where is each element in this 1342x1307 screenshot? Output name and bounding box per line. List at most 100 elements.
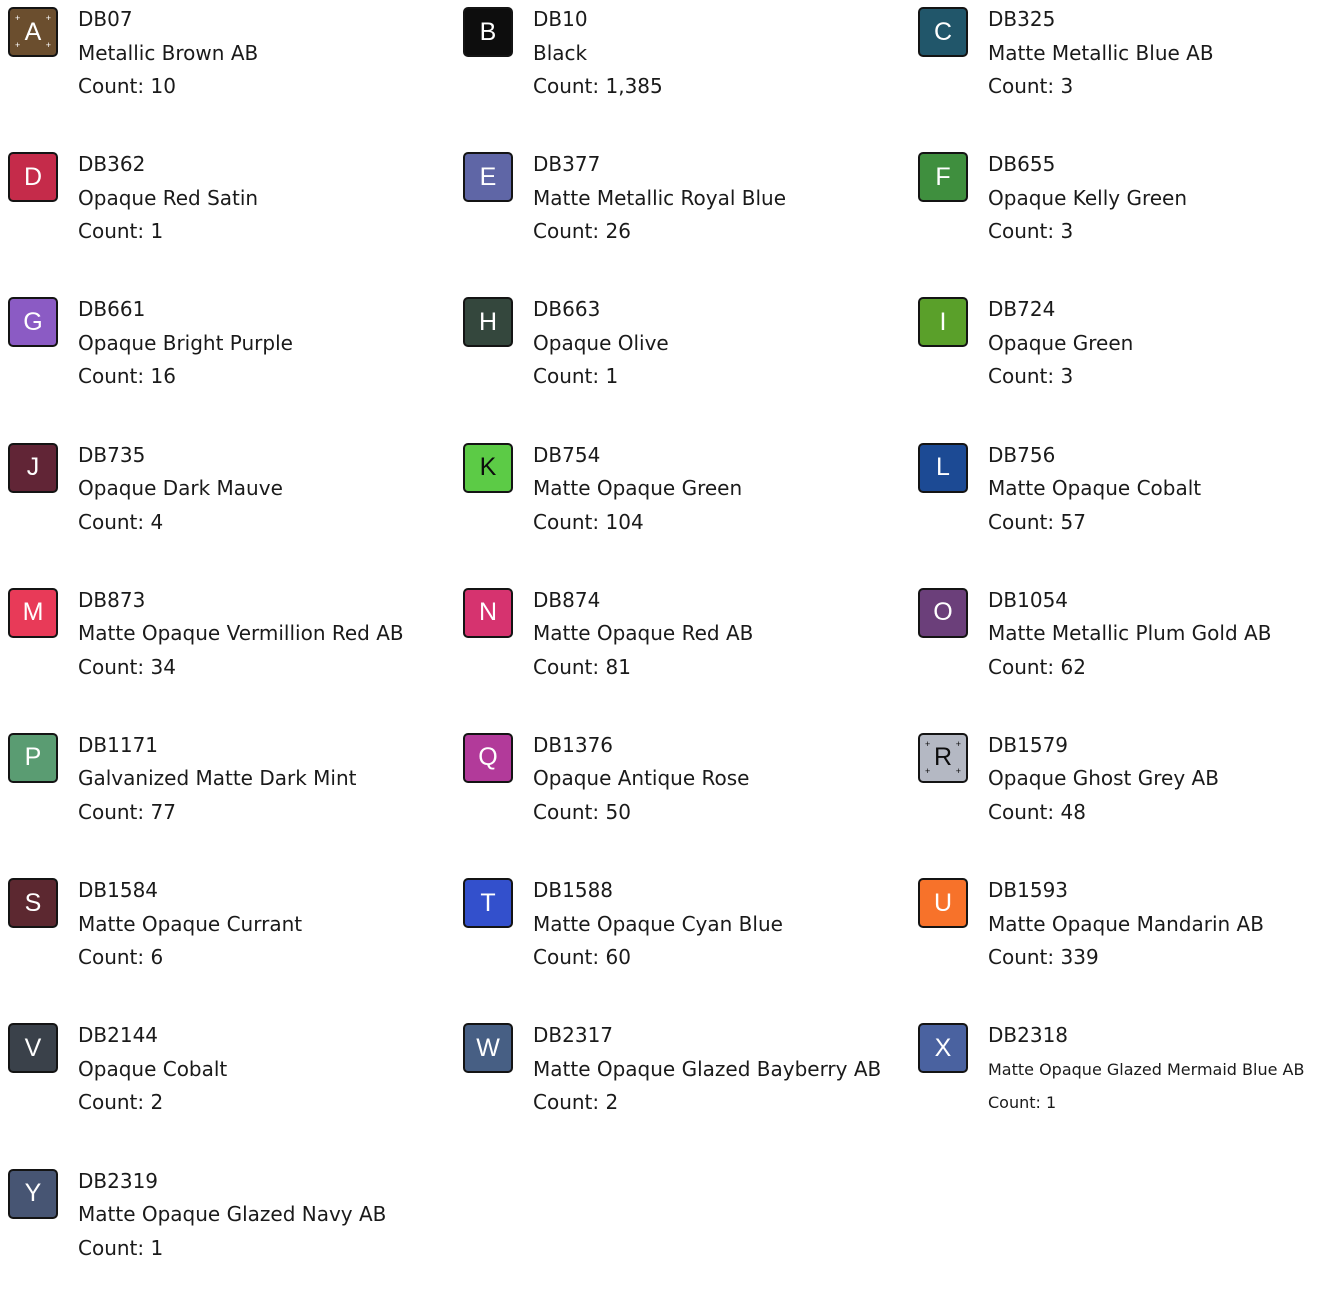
swatch-letter: O bbox=[933, 598, 953, 627]
bead-code: DB1579 bbox=[988, 732, 1069, 757]
bead-code: DB874 bbox=[533, 587, 601, 612]
bead-count: Count: 62 bbox=[988, 654, 1086, 679]
bead-name: Matte Metallic Plum Gold AB bbox=[988, 621, 1272, 646]
bead-code: DB362 bbox=[78, 152, 146, 177]
legend-item-l: L DB756 Matte Opaque Cobalt Count: 57 bbox=[918, 436, 1342, 581]
bead-name: Opaque Bright Purple bbox=[78, 330, 293, 355]
color-swatch: L bbox=[918, 442, 968, 493]
legend-item-j: J DB735 Opaque Dark Mauve Count: 4 bbox=[8, 436, 463, 581]
legend-item-y: Y DB2319 Matte Opaque Glazed Navy AB Cou… bbox=[8, 1162, 463, 1307]
bead-count: Count: 48 bbox=[988, 799, 1086, 824]
bead-name: Matte Opaque Red AB bbox=[533, 621, 754, 646]
bead-code: DB724 bbox=[988, 297, 1056, 322]
bead-info: DB10 Black Count: 1,385 bbox=[533, 3, 663, 104]
swatch-letter: B bbox=[479, 17, 497, 46]
bead-code: DB1054 bbox=[988, 587, 1069, 612]
bead-info: DB1588 Matte Opaque Cyan Blue Count: 60 bbox=[533, 874, 783, 975]
bead-code: DB377 bbox=[533, 152, 601, 177]
swatch-letter: Y bbox=[24, 1179, 42, 1207]
sparkle-icon: + bbox=[15, 13, 21, 23]
bead-info: DB874 Matte Opaque Red AB Count: 81 bbox=[533, 584, 753, 685]
bead-name: Opaque Olive bbox=[533, 330, 669, 355]
bead-code: DB754 bbox=[533, 442, 601, 467]
legend-item-o: O DB1054 Matte Metallic Plum Gold AB Cou… bbox=[918, 581, 1342, 726]
bead-code: DB1584 bbox=[78, 878, 159, 903]
bead-name: Opaque Cobalt bbox=[78, 1056, 228, 1081]
bead-info: DB655 Opaque Kelly Green Count: 3 bbox=[988, 148, 1187, 249]
bead-code: DB1588 bbox=[533, 878, 614, 903]
bead-name: Matte Metallic Royal Blue bbox=[533, 185, 787, 210]
swatch-letter: S bbox=[24, 888, 42, 917]
legend-item-s: S DB1584 Matte Opaque Currant Count: 6 bbox=[8, 871, 463, 1016]
bead-name: Black bbox=[533, 40, 588, 65]
bead-count: Count: 60 bbox=[533, 945, 631, 970]
bead-info: DB2318 Matte Opaque Glazed Mermaid Blue … bbox=[988, 1019, 1304, 1120]
color-swatch: C bbox=[918, 7, 968, 57]
swatch-letter: C bbox=[933, 17, 953, 46]
swatch-letter: W bbox=[476, 1033, 500, 1062]
color-swatch: R + + + + bbox=[918, 732, 968, 783]
swatch-letter: D bbox=[23, 162, 43, 191]
bead-name: Opaque Ghost Grey AB bbox=[988, 766, 1219, 791]
bead-info: DB754 Matte Opaque Green Count: 104 bbox=[533, 439, 742, 540]
legend-item-f: F DB655 Opaque Kelly Green Count: 3 bbox=[918, 145, 1342, 290]
bead-code: DB2317 bbox=[533, 1023, 614, 1048]
bead-name: Opaque Kelly Green bbox=[988, 185, 1188, 210]
color-swatch: I bbox=[918, 297, 968, 348]
legend-item-r: R + + + + DB1579 Opaque Ghost Grey AB Count… bbox=[918, 726, 1342, 871]
bead-info: DB377 Matte Metallic Royal Blue Count: 2… bbox=[533, 148, 786, 249]
swatch-letter: X bbox=[934, 1033, 952, 1062]
sparkle-icon: + bbox=[45, 13, 51, 23]
bead-info: DB756 Matte Opaque Cobalt Count: 57 bbox=[988, 439, 1201, 540]
legend-item-m: M DB873 Matte Opaque Vermillion Red AB C… bbox=[8, 581, 463, 726]
bead-name: Galvanized Matte Dark Mint bbox=[78, 766, 357, 791]
bead-name: Matte Opaque Cyan Blue bbox=[533, 911, 783, 936]
bead-code: DB1593 bbox=[988, 878, 1069, 903]
swatch-letter: P bbox=[24, 743, 42, 772]
swatch-letter: Q bbox=[478, 743, 498, 772]
bead-name: Opaque Green bbox=[988, 330, 1134, 355]
bead-count: Count: 104 bbox=[533, 509, 644, 534]
bead-name: Matte Opaque Currant bbox=[78, 911, 303, 936]
bead-info: DB2319 Matte Opaque Glazed Navy AB Count… bbox=[78, 1165, 386, 1266]
swatch-letter: L bbox=[936, 453, 950, 482]
color-swatch: B bbox=[463, 7, 513, 57]
bead-info: DB07 Metallic Brown AB Count: 10 bbox=[78, 3, 258, 104]
bead-count: Count: 1 bbox=[533, 364, 619, 389]
color-swatch: D bbox=[8, 152, 58, 203]
color-swatch: A + + + + bbox=[8, 7, 58, 57]
color-swatch: Y bbox=[8, 1168, 58, 1219]
bead-info: DB1054 Matte Metallic Plum Gold AB Count… bbox=[988, 584, 1271, 685]
bead-count: Count: 77 bbox=[78, 799, 176, 824]
bead-count: Count: 34 bbox=[78, 654, 176, 679]
bead-code: DB663 bbox=[533, 297, 601, 322]
legend-item-d: D DB362 Opaque Red Satin Count: 1 bbox=[8, 145, 463, 290]
bead-name: Matte Opaque Green bbox=[533, 476, 743, 501]
legend-item-b: B DB10 Black Count: 1,385 bbox=[463, 0, 918, 145]
legend-item-k: K DB754 Matte Opaque Green Count: 104 bbox=[463, 436, 918, 581]
bead-info: DB2317 Matte Opaque Glazed Bayberry AB C… bbox=[533, 1019, 881, 1120]
bead-info: DB1584 Matte Opaque Currant Count: 6 bbox=[78, 874, 302, 975]
swatch-letter: V bbox=[24, 1033, 42, 1062]
swatch-letter: H bbox=[478, 307, 498, 336]
bead-count: Count: 1 bbox=[988, 1093, 1057, 1113]
bead-info: DB1171 Galvanized Matte Dark Mint Count:… bbox=[78, 729, 357, 830]
legend-item-p: P DB1171 Galvanized Matte Dark Mint Coun… bbox=[8, 726, 463, 871]
sparkle-icon: + bbox=[925, 765, 931, 776]
bead-count: Count: 6 bbox=[78, 945, 164, 970]
sparkle-icon: + bbox=[925, 738, 931, 749]
legend-item-e: E DB377 Matte Metallic Royal Blue Count:… bbox=[463, 145, 918, 290]
legend-item-q: Q DB1376 Opaque Antique Rose Count: 50 bbox=[463, 726, 918, 871]
bead-count: Count: 50 bbox=[533, 799, 631, 824]
color-swatch: E bbox=[463, 152, 513, 203]
swatch-letter: R bbox=[933, 743, 953, 772]
color-swatch: O bbox=[918, 587, 968, 638]
bead-info: DB663 Opaque Olive Count: 1 bbox=[533, 293, 669, 394]
legend-item-h: H DB663 Opaque Olive Count: 1 bbox=[463, 290, 918, 435]
bead-code: DB10 bbox=[533, 7, 588, 31]
bead-count: Count: 26 bbox=[533, 219, 631, 244]
swatch-letter: T bbox=[480, 888, 496, 917]
bead-name: Metallic Brown AB bbox=[78, 40, 259, 65]
swatch-letter: K bbox=[479, 453, 497, 482]
bead-info: DB873 Matte Opaque Vermillion Red AB Cou… bbox=[78, 584, 404, 685]
